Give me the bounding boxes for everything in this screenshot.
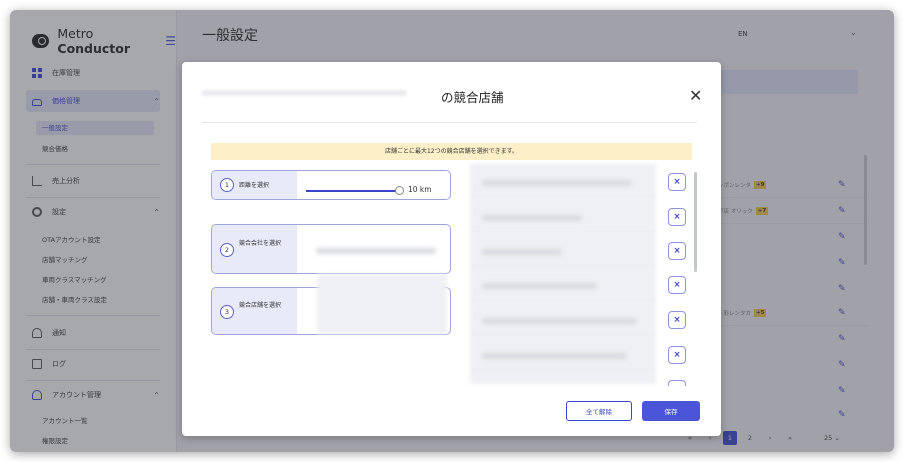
distance-slider-track[interactable] — [306, 190, 396, 192]
selected-store-row — [472, 272, 654, 300]
step-label: 競合会社を選択 — [239, 240, 282, 247]
selected-store-row — [472, 238, 654, 266]
selected-store-row — [472, 169, 654, 197]
save-button[interactable]: 保存 — [642, 401, 700, 421]
remove-store-button[interactable]: × — [668, 311, 686, 329]
remove-store-button[interactable]: × — [668, 346, 686, 364]
blurred-store-name — [482, 249, 562, 255]
clear-all-button[interactable]: 全て解除 — [566, 401, 632, 421]
divider — [202, 122, 697, 123]
app-window: Metro Conductor ☰ 在庫管理 価格管理 ⌃ 一般設定 競合価格 … — [10, 10, 894, 452]
blurred-store-name — [482, 318, 637, 324]
selected-store-row — [472, 307, 654, 335]
remove-store-button[interactable]: × — [668, 173, 686, 191]
remove-store-button[interactable]: × — [668, 208, 686, 226]
distance-value: 10 km — [408, 185, 432, 194]
blurred-store-name — [482, 180, 632, 186]
selected-store-row — [472, 204, 654, 232]
blurred-company-list — [316, 248, 436, 254]
blurred-store-name — [482, 283, 597, 289]
step-number: 2 — [220, 243, 234, 257]
remove-store-button[interactable]: × — [668, 276, 686, 294]
blurred-store-name — [482, 353, 627, 359]
remove-store-button-partial[interactable] — [668, 380, 686, 386]
step-number: 1 — [220, 178, 234, 192]
distance-slider-handle[interactable] — [395, 186, 404, 195]
step-number: 3 — [220, 305, 234, 319]
stores-list-scrollbar[interactable] — [694, 172, 697, 272]
limit-notice: 店舗ごとに最大12つの競合店舗を選択できます。 — [211, 143, 692, 160]
close-icon[interactable]: ✕ — [689, 86, 702, 105]
blurred-store-name — [482, 215, 582, 221]
step-label: 競合店舗を選択 — [239, 302, 282, 309]
step-label: 距離を選択 — [239, 182, 270, 189]
remove-store-button[interactable]: × — [668, 242, 686, 260]
blurred-store-name — [202, 90, 407, 96]
competitor-stores-modal: の競合店舗 ✕ 店舗ごとに最大12つの競合店舗を選択できます。 1 距離を選択 … — [182, 62, 721, 436]
blurred-store-options — [317, 274, 447, 334]
selected-store-row — [472, 342, 654, 370]
modal-title: の競合店舗 — [441, 90, 504, 105]
step-competitor-company: 2 競合会社を選択 — [211, 224, 451, 274]
